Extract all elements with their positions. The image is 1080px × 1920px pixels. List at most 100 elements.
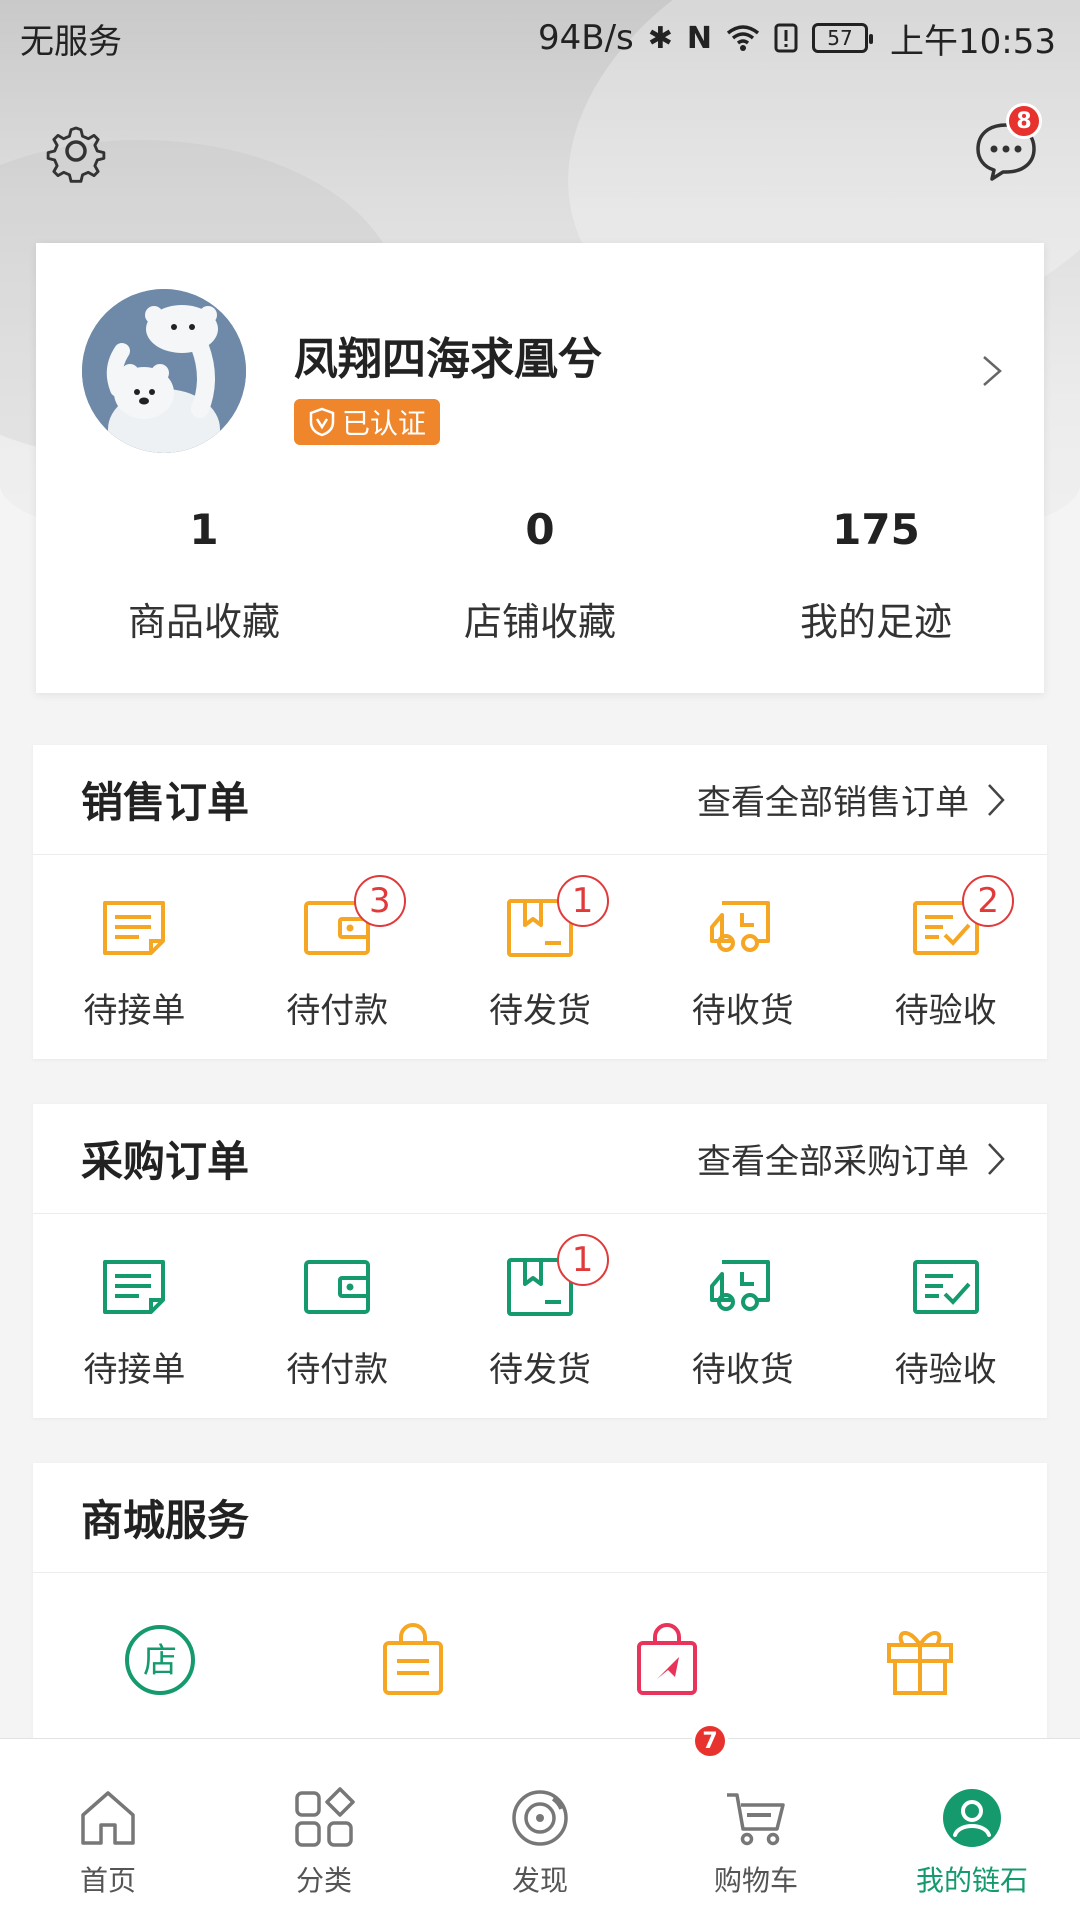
chevron-right-icon	[988, 1142, 1005, 1175]
sales-pending-accept[interactable]: 待接单	[33, 855, 236, 1059]
stat-footprints[interactable]: 175 我的足迹	[708, 505, 1044, 646]
sales-orders-card: 销售订单 查看全部销售订单 待接单 3 待付款 1 待发货 待收货 2 待验收	[33, 745, 1047, 1059]
store-icon: 店	[124, 1625, 195, 1695]
chevron-right-icon	[988, 783, 1005, 816]
purchase-pending-receipt[interactable]: 待收货	[641, 1214, 844, 1418]
document-icon	[103, 901, 166, 955]
shield-check-icon	[309, 407, 335, 437]
stat-value: 0	[525, 505, 555, 554]
view-all-purchase-orders-link[interactable]: 查看全部采购订单	[697, 1134, 1007, 1183]
sales-pending-inspection[interactable]: 2 待验收	[844, 855, 1047, 1059]
sales-pending-shipment[interactable]: 1 待发货	[439, 855, 642, 1059]
bottom-navigation: 首页 分类 发现 7 购物车 我的链石	[0, 1723, 1080, 1920]
nav-category[interactable]: 分类	[216, 1739, 432, 1920]
net-speed: 94B/s	[538, 18, 634, 58]
order-label: 待收货	[691, 1350, 794, 1390]
battery-icon: 57	[812, 23, 874, 53]
document-icon	[103, 1260, 166, 1314]
promo-bag-icon	[636, 1623, 697, 1695]
mall-services-card: 商城服务 店	[33, 1463, 1047, 1743]
sales-orders-title: 销售订单	[81, 778, 250, 827]
alert-sim-icon	[774, 23, 798, 53]
status-indicators: 94B/s ✱ N 57 上午10:53	[538, 14, 1056, 63]
nav-label: 我的链石	[915, 1864, 1028, 1897]
gear-icon	[46, 126, 106, 183]
sales-orders-header: 销售订单 查看全部销售订单	[33, 745, 1047, 855]
count-badge: 3	[353, 875, 406, 927]
wallet-icon	[304, 1260, 371, 1314]
view-all-sales-orders-link[interactable]: 查看全部销售订单	[697, 775, 1007, 824]
cart-icon	[727, 1793, 785, 1846]
svg-text:店: 店	[143, 1641, 177, 1681]
stat-label: 店铺收藏	[463, 600, 616, 644]
service-gift[interactable]	[794, 1573, 1048, 1743]
shopping-bag-icon	[383, 1623, 444, 1695]
mall-services-title: 商城服务	[81, 1496, 250, 1545]
discover-icon	[512, 1790, 568, 1846]
order-label: 待发货	[488, 991, 591, 1031]
view-all-label: 查看全部销售订单	[697, 783, 969, 823]
purchase-orders-card: 采购订单 查看全部采购订单 待接单 待付款 1 待发货 待收货 待验收	[33, 1104, 1047, 1418]
profile-name: 凤翔四海求凰兮	[294, 334, 602, 385]
stat-store-favorites[interactable]: 0 店铺收藏	[372, 505, 708, 646]
service-store[interactable]: 店	[33, 1573, 287, 1743]
service-promo-bag[interactable]	[540, 1573, 794, 1743]
nfc-icon: N	[686, 20, 713, 56]
stat-label: 我的足迹	[799, 600, 952, 644]
purchase-orders-row: 待接单 待付款 1 待发货 待收货 待验收	[33, 1214, 1047, 1418]
purchase-pending-inspection[interactable]: 待验收	[844, 1214, 1047, 1418]
order-label: 待收货	[691, 991, 794, 1031]
sales-orders-row: 待接单 3 待付款 1 待发货 待收货 2 待验收	[33, 855, 1047, 1059]
verified-label: 已认证	[342, 407, 427, 440]
nav-cart[interactable]: 7 购物车	[648, 1723, 864, 1920]
message-count-badge: 8	[1006, 103, 1042, 139]
order-label: 待接单	[83, 1350, 186, 1390]
bluetooth-icon: ✱	[647, 20, 673, 56]
nav-label: 发现	[511, 1864, 568, 1897]
purchase-pending-payment[interactable]: 待付款	[236, 1214, 439, 1418]
sales-pending-payment[interactable]: 3 待付款	[236, 855, 439, 1059]
order-label: 待发货	[488, 1350, 591, 1390]
nav-home[interactable]: 首页	[0, 1739, 216, 1920]
count-badge: 1	[556, 875, 609, 927]
truck-icon	[709, 901, 770, 952]
nav-discover[interactable]: 发现	[432, 1739, 648, 1920]
order-label: 待付款	[286, 991, 389, 1031]
gift-icon	[887, 1631, 954, 1695]
truck-icon	[709, 1260, 770, 1311]
sales-pending-receipt[interactable]: 待收货	[641, 855, 844, 1059]
purchase-pending-shipment[interactable]: 1 待发货	[439, 1214, 642, 1418]
verified-badge: 已认证	[294, 399, 441, 445]
chevron-right-icon	[983, 356, 1002, 386]
home-icon	[81, 1791, 135, 1845]
profile-card[interactable]: 凤翔四海求凰兮 已认证 1 商品收藏 0 店铺收藏 175 我的足迹	[36, 243, 1044, 693]
count-badge: 2	[962, 875, 1015, 927]
stat-product-favorites[interactable]: 1 商品收藏	[36, 505, 372, 646]
status-bar: 无服务 94B/s ✱ N 57 上午10:53	[0, 0, 1080, 76]
carrier-text: 无服务	[20, 21, 122, 62]
checklist-icon	[912, 1260, 979, 1314]
nav-label: 购物车	[713, 1864, 798, 1897]
settings-button[interactable]	[40, 115, 112, 187]
nav-label: 首页	[79, 1864, 136, 1897]
avatar[interactable]	[82, 289, 246, 453]
profile-stats: 1 商品收藏 0 店铺收藏 175 我的足迹	[36, 505, 1044, 646]
clock: 上午10:53	[890, 21, 1056, 62]
service-shopping-bag[interactable]	[287, 1573, 541, 1743]
order-label: 待接单	[83, 991, 186, 1031]
order-label: 待验收	[894, 1350, 997, 1390]
stat-value: 1	[189, 505, 219, 554]
nav-my-profile[interactable]: 我的链石	[864, 1739, 1080, 1920]
purchase-orders-header: 采购订单 查看全部采购订单	[33, 1104, 1047, 1214]
category-icon	[295, 1787, 355, 1847]
purchase-pending-accept[interactable]: 待接单	[33, 1214, 236, 1418]
count-badge: 1	[556, 1234, 609, 1286]
cart-count-badge: 7	[692, 1723, 728, 1759]
mall-services-row: 店	[33, 1573, 1047, 1743]
order-label: 待付款	[286, 1350, 389, 1390]
bear-avatar-image	[82, 289, 246, 453]
nav-label: 分类	[295, 1864, 352, 1897]
messages-button[interactable]: 8	[970, 103, 1042, 187]
profile-icon	[943, 1789, 1001, 1847]
purchase-orders-title: 采购订单	[81, 1137, 250, 1186]
